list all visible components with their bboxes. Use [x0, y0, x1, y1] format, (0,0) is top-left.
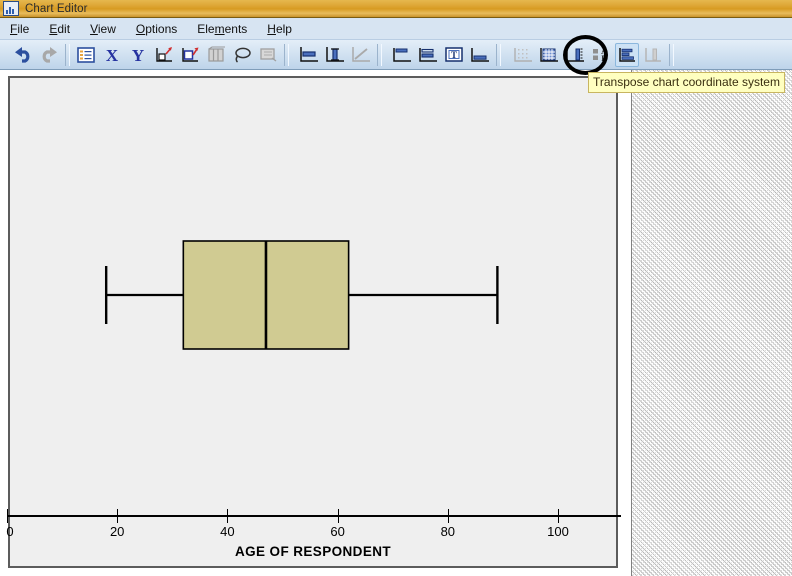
svg-text:B: B: [601, 54, 607, 63]
data-label-mode-icon: [256, 43, 280, 67]
bar-style-icon[interactable]: [297, 43, 321, 67]
x-ticklabel-80: 80: [440, 524, 456, 539]
x-tick-80: [447, 509, 449, 523]
lasso-select-icon[interactable]: [230, 43, 254, 67]
toolbar-separator: [65, 43, 70, 66]
boxplot-graphic[interactable]: [10, 78, 616, 566]
toolbar-separator: [377, 43, 382, 66]
x-tick-40: [227, 509, 229, 523]
x-tick-60: [337, 509, 339, 523]
x-tick-100: [558, 509, 559, 523]
x-axis-title: AGE OF RESPONDENT: [234, 544, 392, 559]
x-ticklabel-20: 20: [109, 524, 125, 539]
toolbar-separator: [669, 43, 674, 66]
window-title: Chart Editor: [25, 2, 88, 15]
top-axis-icon[interactable]: [390, 43, 414, 67]
undo-icon[interactable]: [11, 43, 35, 67]
plot-area[interactable]: [10, 78, 616, 566]
hide-grid-icon: [511, 43, 535, 67]
svg-text:Y: Y: [132, 46, 144, 64]
menu-item-options[interactable]: Options: [126, 20, 187, 38]
swap-axes-icon: [641, 43, 665, 67]
title-bar: Chart Editor: [0, 0, 792, 18]
toolbar: X Y T A B: [0, 40, 792, 70]
add-reference-line-icon[interactable]: [178, 43, 202, 67]
three-d-rotation-icon: [204, 43, 228, 67]
x-axis-line: [7, 515, 621, 517]
redo-icon: [37, 43, 61, 67]
menu-item-elements[interactable]: Elements: [187, 20, 257, 38]
show-grid-icon[interactable]: [537, 43, 561, 67]
y-axis-icon[interactable]: Y: [126, 43, 150, 67]
toolbar-tooltip: Transpose chart coordinate system: [588, 72, 785, 93]
line-style-icon: [349, 43, 373, 67]
axis-scale-icon[interactable]: [563, 43, 587, 67]
chart-bars-icon: [3, 1, 19, 16]
menu-bar: File Edit View Options Elements Help: [0, 18, 792, 40]
x-ticklabel-0: 0: [6, 524, 14, 539]
properties-icon[interactable]: [74, 43, 98, 67]
x-tick-20: [117, 509, 119, 523]
chart-canvas[interactable]: [8, 76, 618, 568]
menu-item-edit[interactable]: Edit: [39, 20, 80, 38]
x-axis-icon[interactable]: X: [100, 43, 124, 67]
svg-text:T: T: [451, 50, 457, 60]
menu-item-view[interactable]: View: [80, 20, 126, 38]
stacked-bar-icon[interactable]: [416, 43, 440, 67]
chart-editor-window: Chart Editor File Edit View Options Elem…: [0, 0, 792, 576]
x-axis[interactable]: 0 20 40 60 80 100 AGE OF RESPONDENT: [0, 506, 632, 576]
chart-document-panel[interactable]: [0, 70, 632, 576]
x-tick-0: [7, 509, 8, 523]
text-box-icon[interactable]: T: [442, 43, 466, 67]
sort-categories-icon[interactable]: A B: [589, 43, 613, 67]
x-ticklabel-40: 40: [220, 524, 235, 539]
toolbar-separator: [284, 43, 289, 66]
footnote-icon[interactable]: [468, 43, 492, 67]
menu-item-help[interactable]: Help: [257, 20, 302, 38]
error-bar-icon[interactable]: [323, 43, 347, 67]
transpose-chart-icon[interactable]: [615, 42, 639, 67]
x-ticklabel-60: 60: [330, 524, 345, 539]
add-fit-line-icon[interactable]: [152, 43, 176, 67]
x-ticklabel-100: 100: [547, 524, 569, 539]
svg-text:X: X: [106, 46, 119, 64]
menu-item-file[interactable]: File: [0, 20, 39, 38]
toolbar-separator: [496, 43, 501, 66]
